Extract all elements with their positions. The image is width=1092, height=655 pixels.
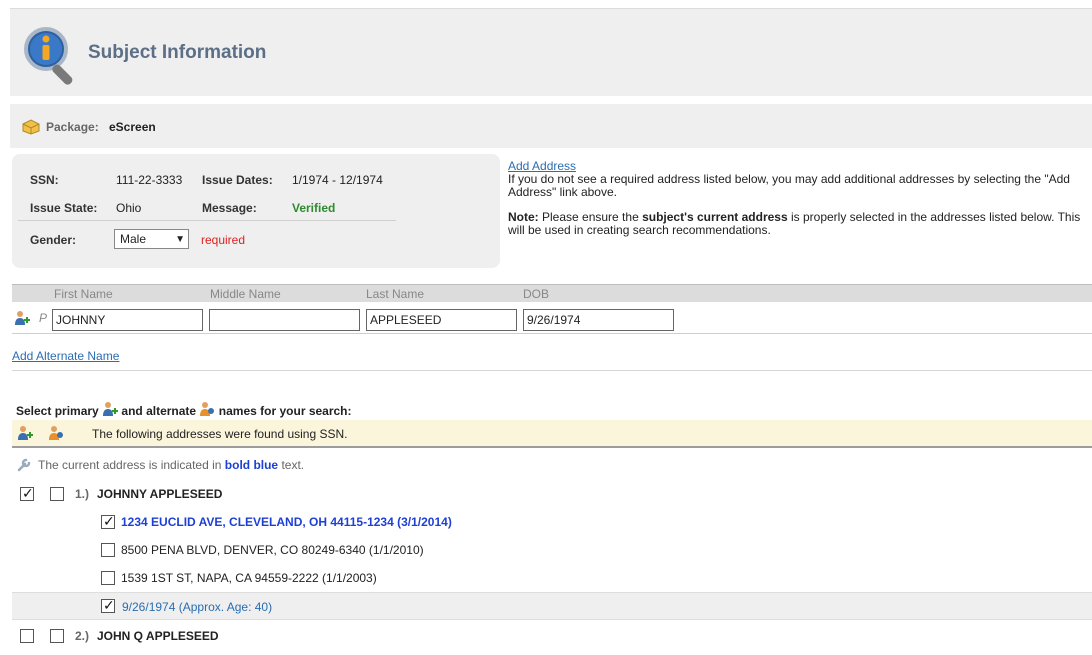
found-addresses-bar: The following addresses were found using… (12, 420, 1092, 448)
info-divider (18, 220, 396, 221)
package-bar: Package: eScreen (10, 104, 1092, 148)
ssn-label: SSN: (30, 173, 59, 187)
col-dob: DOB (523, 287, 550, 301)
current-address-note: The current address is indicated in bold… (38, 458, 304, 472)
dob-approx-age: 9/26/1974 (Approx. Age: 40) (122, 600, 273, 614)
page-header: Subject Information (10, 8, 1092, 96)
col-last-name: Last Name (366, 287, 425, 301)
selection-title-post: names for your search: (218, 404, 352, 418)
address-1-text: 1234 EUCLID AVE, CLEVELAND, OH 44115-123… (121, 515, 452, 529)
wrench-icon (17, 458, 31, 472)
issue-dates-label: Issue Dates: (202, 173, 273, 187)
dob-input[interactable]: 9/26/1974 (523, 309, 674, 331)
section-divider (12, 370, 1092, 371)
package-value: eScreen (109, 120, 156, 134)
address-help-text: If you do not see a required address lis… (508, 172, 1070, 199)
selection-title-pre: Select primary (16, 404, 99, 418)
gender-label: Gender: (30, 233, 77, 247)
result-2-name: JOHN Q APPLESEED (97, 629, 219, 643)
names-table-header: First Name Middle Name Last Name DOB (12, 284, 1092, 302)
current-note-post: text. (281, 458, 305, 472)
package-label: Package: (46, 120, 99, 134)
result-1-alternate-checkbox[interactable] (50, 487, 64, 501)
result-1-primary-checkbox[interactable] (20, 485, 34, 502)
ssn-value: 111-22-3333 (116, 173, 183, 187)
first-name-input[interactable]: JOHNNY (52, 309, 203, 331)
address-note: Note: Please ensure the subject's curren… (508, 211, 1092, 237)
col-middle-name: Middle Name (210, 287, 281, 301)
col-first-name: First Name (54, 287, 113, 301)
primary-name-row: P JOHNNY APPLESEED 9/26/1974 (12, 302, 1092, 334)
result-2-alternate-checkbox[interactable] (50, 629, 64, 643)
selection-title: Select primary and alternate names for y… (16, 401, 352, 418)
address-2-checkbox[interactable] (101, 543, 115, 557)
gender-required-indicator: required (201, 233, 246, 247)
last-name-input[interactable]: APPLESEED (366, 309, 517, 331)
primary-person-icon (15, 311, 30, 325)
address-help: Add Address If you do not see a required… (508, 160, 1092, 237)
current-note-bold: bold blue (224, 458, 279, 472)
result-1-name: JOHNNY APPLESEED (97, 487, 223, 501)
address-1-checkbox[interactable] (101, 513, 115, 530)
issue-state-label: Issue State: (30, 201, 98, 215)
gender-select[interactable]: Male ▼ (114, 229, 189, 249)
alternate-person-icon (200, 402, 215, 416)
issue-dates-value: 1/1974 - 12/1974 (292, 173, 383, 187)
primary-person-icon[interactable] (17, 425, 33, 441)
result-1-number: 1.) (75, 487, 90, 501)
info-magnifier-icon (24, 27, 73, 85)
address-3-text: 1539 1ST ST, NAPA, CA 94559-2222 (1/1/20… (121, 571, 377, 585)
found-addresses-text: The following addresses were found using… (92, 427, 348, 441)
middle-name-input[interactable] (209, 309, 360, 331)
note-label: Note: (508, 210, 539, 224)
current-note-pre: The current address is indicated in (38, 458, 222, 472)
package-box-icon (22, 119, 40, 135)
page-title: Subject Information (88, 42, 267, 63)
gender-selected-value: Male (120, 232, 147, 246)
message-status: Verified (292, 201, 336, 215)
message-label: Message: (202, 201, 257, 215)
dob-checkbox[interactable] (101, 597, 115, 614)
note-pre: Please ensure the (538, 210, 643, 224)
primary-marker: P (39, 311, 48, 325)
add-address-link[interactable]: Add Address (508, 159, 576, 173)
selection-title-mid: and alternate (121, 404, 197, 418)
address-3-checkbox[interactable] (101, 571, 115, 585)
add-alternate-name-link[interactable]: Add Alternate Name (12, 349, 119, 363)
alternate-person-icon[interactable] (48, 425, 64, 441)
primary-person-icon (103, 402, 119, 416)
note-bold: subject's current address (642, 210, 788, 224)
result-2-primary-checkbox[interactable] (20, 629, 34, 643)
address-2-text: 8500 PENA BLVD, DENVER, CO 80249-6340 (1… (121, 543, 424, 557)
issue-state-value: Ohio (116, 201, 142, 215)
chevron-down-icon: ▼ (175, 234, 185, 245)
result-2-number: 2.) (75, 629, 90, 643)
